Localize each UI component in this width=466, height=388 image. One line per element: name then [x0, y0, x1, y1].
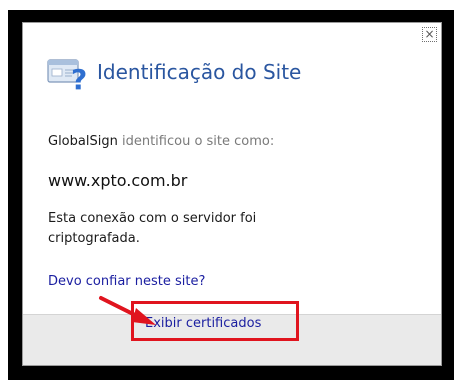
encryption-description: Esta conexão com o servidor foi criptogr…: [48, 211, 257, 246]
svg-text:?: ?: [71, 63, 87, 91]
trust-site-link[interactable]: Devo confiar neste site?: [48, 274, 205, 289]
view-certificates-link[interactable]: Exibir certificados: [145, 316, 261, 331]
issuer-name: GlobalSign: [48, 134, 118, 149]
close-icon[interactable]: ×: [422, 27, 437, 42]
identification-line: GlobalSign identificou o site como:: [48, 134, 274, 149]
page-title: Identificação do Site: [97, 60, 302, 84]
site-domain: www.xpto.com.br: [48, 171, 188, 190]
identified-text: identificou o site como:: [121, 134, 275, 149]
site-info-question-icon: ?: [47, 59, 87, 91]
